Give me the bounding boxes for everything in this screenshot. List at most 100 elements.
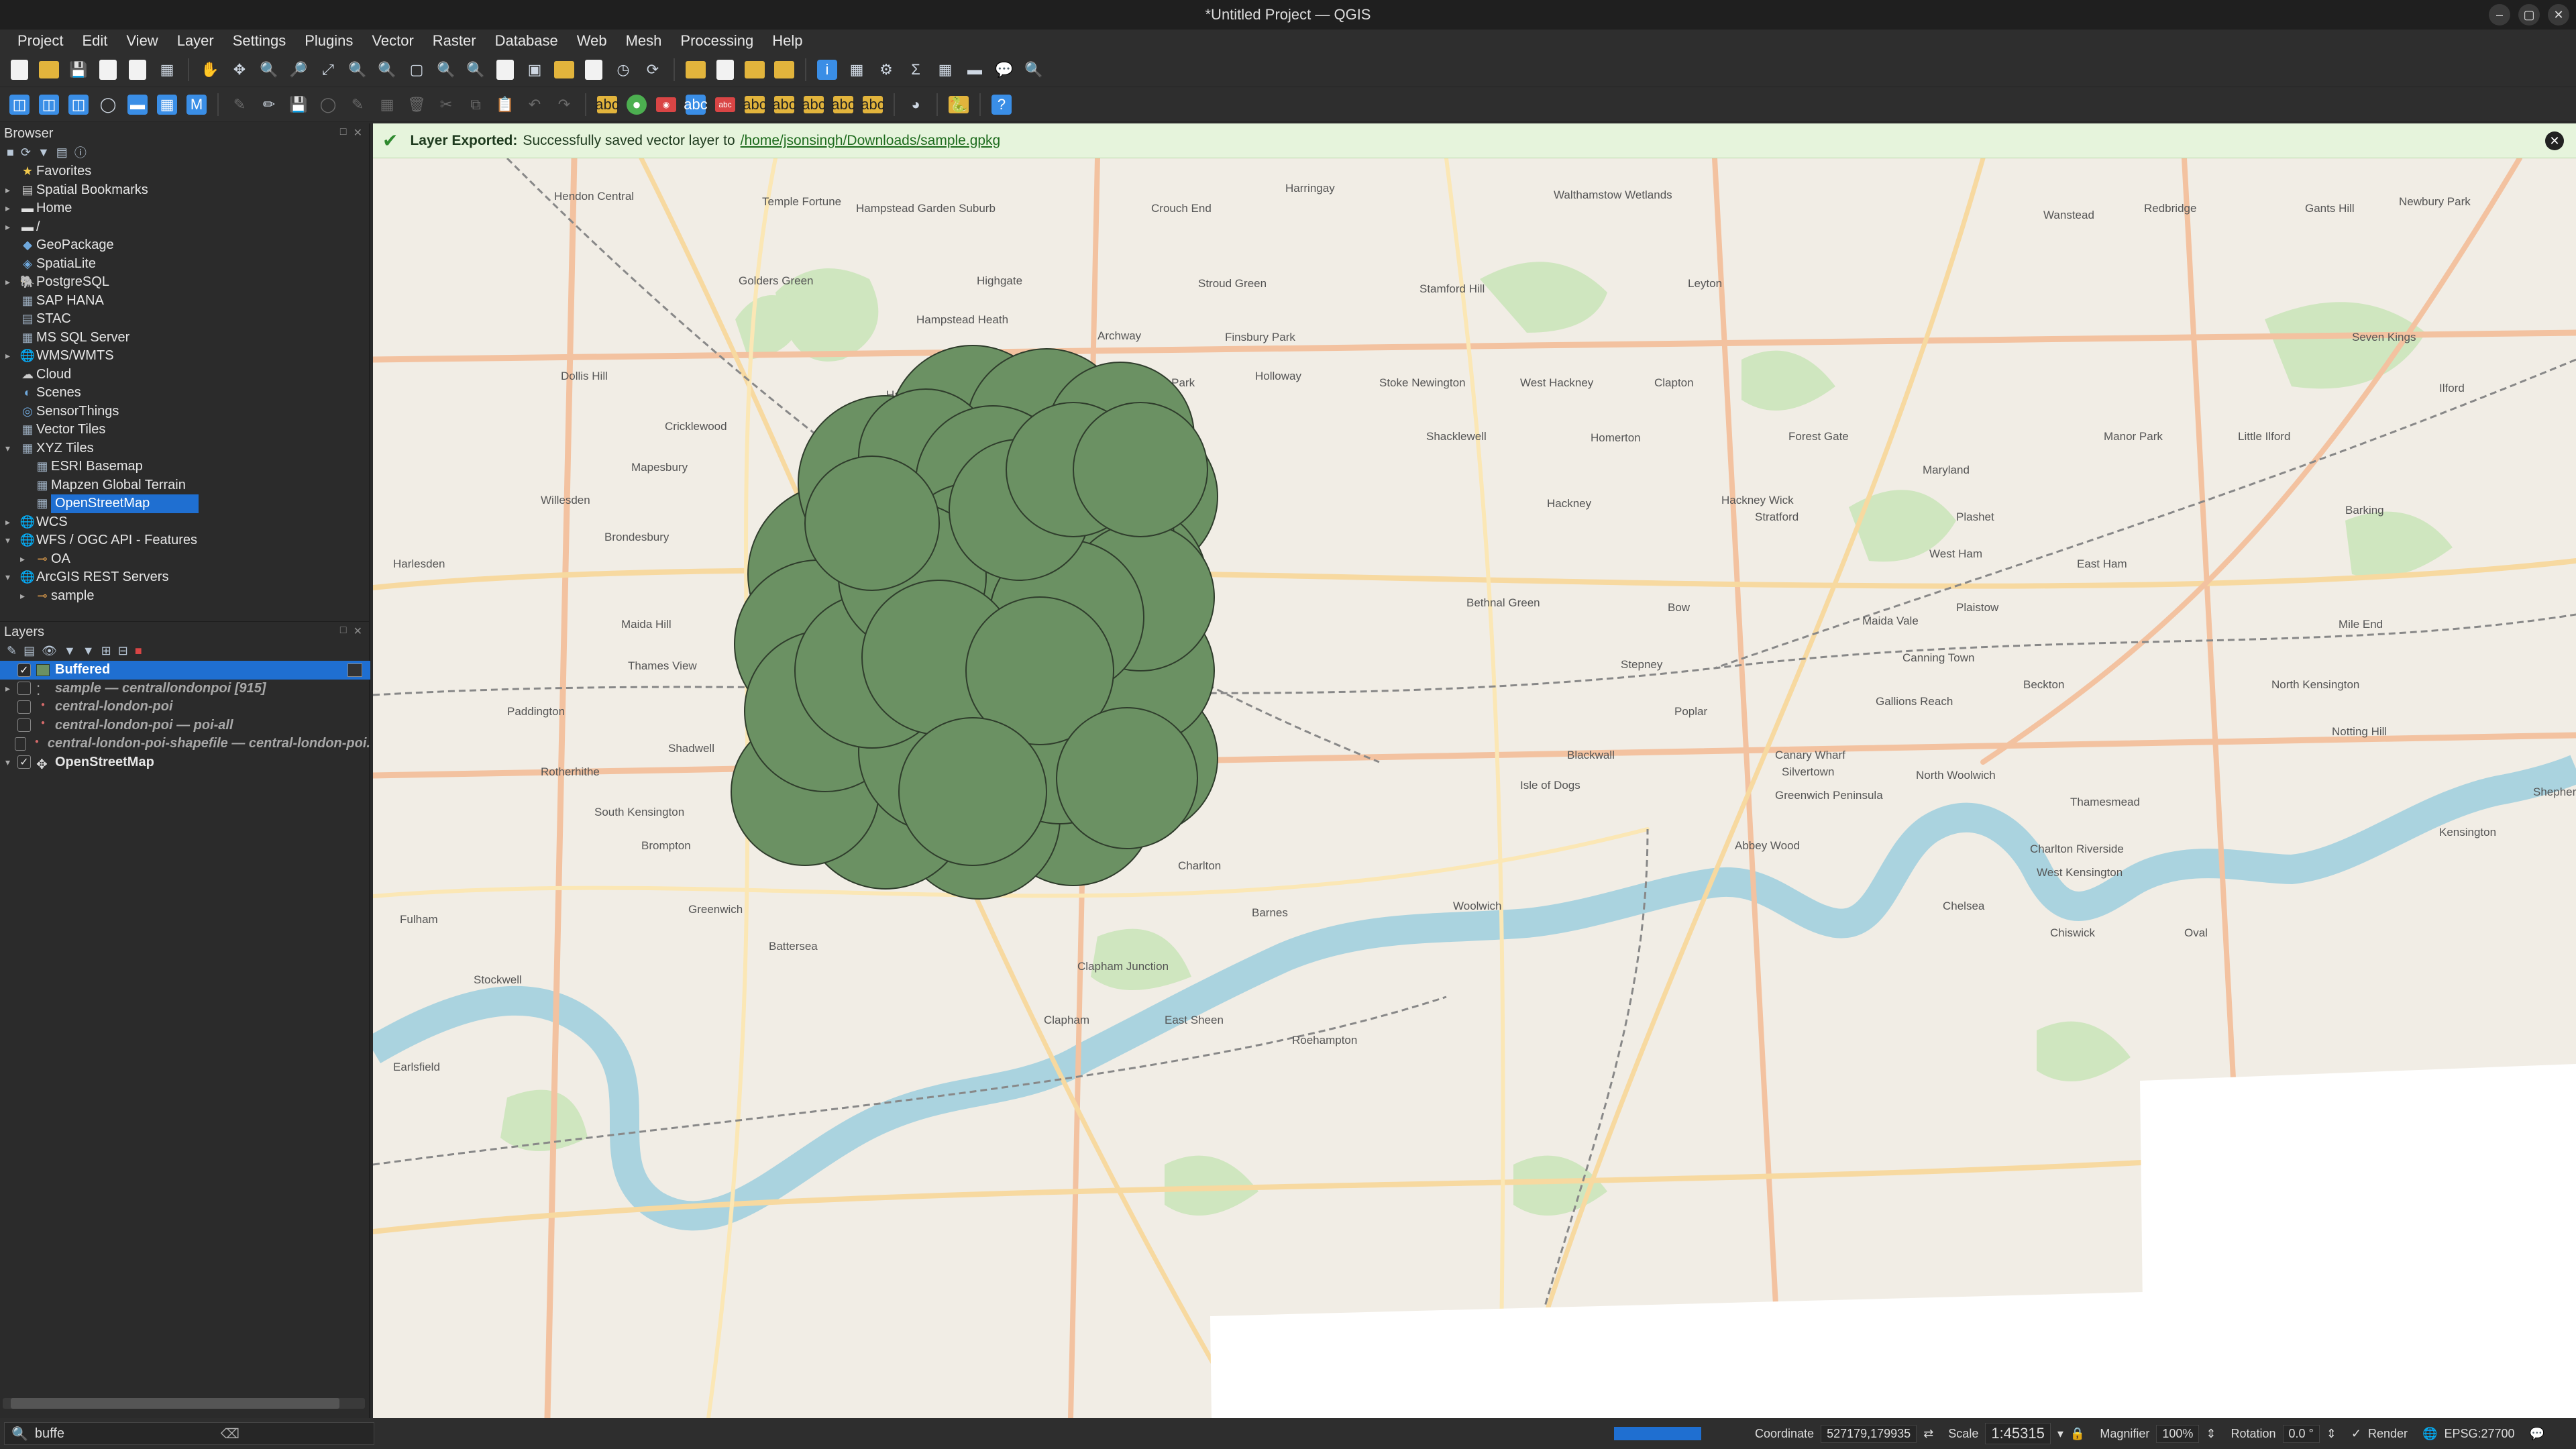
measure-icon[interactable]: ▬	[962, 57, 987, 83]
add-group-icon[interactable]: ▤	[23, 644, 35, 658]
browser-item[interactable]: ☁ Cloud	[5, 366, 370, 384]
browser-item[interactable]: ▸ ⊸ sample	[5, 587, 370, 606]
render-checkbox[interactable]: ✓	[2351, 1427, 2361, 1441]
collapse-all-icon[interactable]: ⊟	[118, 644, 128, 658]
refresh-icon[interactable]: ⟳	[640, 57, 665, 83]
expand-arrow-icon[interactable]: ▾	[5, 568, 19, 587]
redo-icon[interactable]: ↷	[551, 92, 577, 117]
cut-icon[interactable]: ✂	[433, 92, 459, 117]
layer-labeling-icon[interactable]: ●	[624, 92, 649, 117]
save-as-icon[interactable]	[95, 57, 121, 83]
expand-arrow-icon[interactable]: ▸	[5, 273, 19, 292]
zoom-selection-icon[interactable]: 🔍	[345, 57, 370, 83]
open-project-icon[interactable]	[36, 57, 62, 83]
map-canvas[interactable]: ✔ Layer Exported: Successfully saved vec…	[373, 123, 2576, 1418]
visibility-icon[interactable]: 👁	[42, 644, 57, 658]
layer-visibility-checkbox[interactable]: ✓	[17, 663, 31, 677]
browser-item[interactable]: ▦ Mapzen Global Terrain	[5, 476, 370, 495]
layer-visibility-checkbox[interactable]	[17, 718, 31, 733]
modify-attributes-icon[interactable]: ▦	[374, 92, 400, 117]
zoom-next-icon[interactable]: 🔍	[463, 57, 488, 83]
menu-project[interactable]: Project	[8, 32, 72, 50]
browser-item[interactable]: ▦ Vector Tiles	[5, 421, 370, 439]
select-by-value-icon[interactable]	[712, 57, 738, 83]
browser-item[interactable]: ★ Favorites	[5, 162, 370, 181]
menu-edit[interactable]: Edit	[72, 32, 117, 50]
close-panel-icon[interactable]: ✕	[354, 126, 362, 140]
buffer-polygon[interactable]	[898, 717, 1047, 866]
magnifier-spin-icon[interactable]: ⇕	[2206, 1427, 2216, 1441]
save-edits-icon[interactable]: 💾	[286, 92, 311, 117]
clear-icon[interactable]: ⌫	[221, 1426, 239, 1442]
filter-icon[interactable]: ▼	[38, 146, 50, 160]
close-message-icon[interactable]: ✕	[2545, 131, 2564, 150]
refresh-icon[interactable]: ⟳	[21, 146, 31, 160]
move-label-icon[interactable]: abc	[742, 92, 767, 117]
toggle-extents-icon[interactable]: ⇄	[1923, 1427, 1933, 1441]
attribute-table-icon[interactable]: ▦	[844, 57, 869, 83]
layer-diagram-icon[interactable]: ◉	[653, 92, 679, 117]
bookmark-icon[interactable]	[551, 57, 577, 83]
expand-arrow-icon[interactable]: ▸	[5, 513, 19, 532]
layers-scrollbar[interactable]	[3, 1398, 365, 1409]
zoom-layer-icon[interactable]: 🔍	[374, 57, 400, 83]
statistics-icon[interactable]: Σ	[903, 57, 928, 83]
zoom-last-icon[interactable]: 🔍	[433, 57, 459, 83]
expand-arrow-icon[interactable]: ▸	[5, 218, 19, 237]
layer-item[interactable]: ● central-london-poi	[0, 698, 370, 716]
expand-arrow-icon[interactable]: ▸	[20, 550, 34, 569]
collapse-all-icon[interactable]: ▤	[56, 146, 68, 160]
new-3d-view-icon[interactable]: ▣	[522, 57, 547, 83]
crs-globe-icon[interactable]: 🌐	[2422, 1427, 2437, 1441]
magnifier-value[interactable]: 100%	[2156, 1424, 2200, 1443]
browser-item[interactable]: ▦ ESRI Basemap	[5, 458, 370, 476]
layer-item[interactable]: ▸ ⁚ sample — centrallondonpoi [915]	[0, 680, 370, 699]
menu-mesh[interactable]: Mesh	[616, 32, 672, 50]
add-raster-icon[interactable]: ▦	[154, 92, 180, 117]
help-icon[interactable]: ?	[989, 92, 1014, 117]
browser-item[interactable]: ▸ 🐘 PostgreSQL	[5, 273, 370, 292]
menu-layer[interactable]: Layer	[168, 32, 223, 50]
browser-item[interactable]: ◆ GeoPackage	[5, 236, 370, 255]
pin-labels-icon[interactable]: abc	[683, 92, 708, 117]
buffer-polygon[interactable]	[1073, 402, 1208, 537]
browser-item[interactable]: ▸ ⊸ OA	[5, 550, 370, 569]
layer-visibility-checkbox[interactable]	[17, 682, 31, 696]
select-features-icon[interactable]	[683, 57, 708, 83]
menu-raster[interactable]: Raster	[423, 32, 486, 50]
layer-visibility-checkbox[interactable]	[15, 737, 26, 751]
python-console-icon[interactable]: 🐍	[946, 92, 971, 117]
crs-value[interactable]: EPSG:27700	[2444, 1427, 2514, 1441]
expand-all-icon[interactable]: ⊞	[101, 644, 111, 658]
field-calculator-icon[interactable]: ▦	[932, 57, 958, 83]
add-layer-icon[interactable]: ■	[7, 146, 14, 160]
save-project-icon[interactable]: 💾	[66, 57, 91, 83]
browser-item[interactable]: ▦ OpenStreetMap	[5, 494, 370, 513]
new-scratch-layer-icon[interactable]: ◯	[95, 92, 121, 117]
float-icon[interactable]: □	[340, 625, 347, 638]
scale-dropdown-icon[interactable]: ▾	[2057, 1427, 2063, 1441]
delete-feature-icon[interactable]: 🗑	[404, 92, 429, 117]
paste-icon[interactable]: 📋	[492, 92, 518, 117]
expand-arrow-icon[interactable]: ▾	[5, 439, 19, 458]
menu-database[interactable]: Database	[486, 32, 568, 50]
expand-arrow-icon[interactable]: ▾	[5, 757, 17, 768]
locator-search[interactable]: 🔍 buffe ⌫	[4, 1422, 374, 1445]
gps-icon[interactable]: ◕	[903, 92, 928, 117]
pan-to-selection-icon[interactable]: ✥	[227, 57, 252, 83]
label-properties-icon[interactable]: abc	[860, 92, 885, 117]
search-icon[interactable]: 🔍	[1021, 57, 1046, 83]
zoom-full-icon[interactable]: ⤢	[315, 57, 341, 83]
pan-icon[interactable]: ✋	[197, 57, 223, 83]
browser-item[interactable]: ▸ ▤ Spatial Bookmarks	[5, 181, 370, 200]
label-icon[interactable]: abc	[594, 92, 620, 117]
undo-icon[interactable]: ↶	[522, 92, 547, 117]
float-icon[interactable]: □	[340, 126, 347, 140]
style-icon[interactable]: ✎	[7, 644, 17, 658]
browser-item[interactable]: ◐ Scenes	[5, 384, 370, 402]
zoom-in-icon[interactable]: 🔍	[256, 57, 282, 83]
scale-value[interactable]: 1:45315	[1985, 1423, 2051, 1444]
new-shapefile-icon[interactable]: ◫	[66, 92, 91, 117]
buffer-polygon[interactable]	[1056, 707, 1198, 849]
zoom-native-icon[interactable]: ▢	[404, 57, 429, 83]
